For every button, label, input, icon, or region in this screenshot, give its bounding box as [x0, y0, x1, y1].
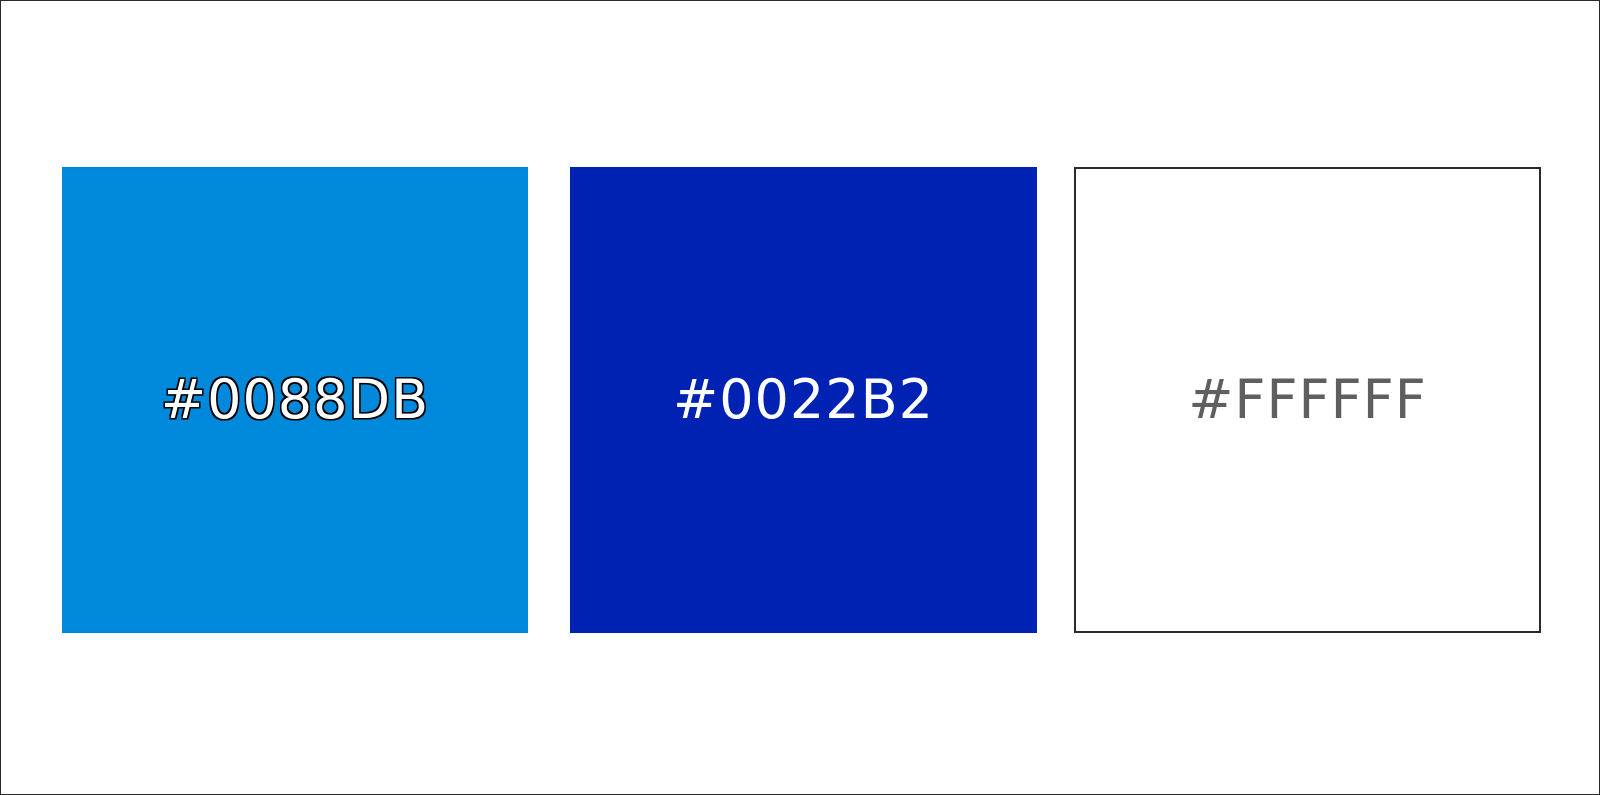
color-swatch-light-blue: #0088DB — [62, 167, 528, 633]
swatch-hex-label: #FFFFFF — [1188, 368, 1427, 431]
color-swatch-dark-blue: #0022B2 — [570, 167, 1037, 633]
swatch-hex-label: #0022B2 — [672, 368, 935, 431]
color-swatch-white: #FFFFFF — [1074, 167, 1541, 633]
palette-frame: #0088DB #0022B2 #FFFFFF — [0, 0, 1600, 795]
swatch-hex-label: #0088DB — [160, 368, 430, 431]
